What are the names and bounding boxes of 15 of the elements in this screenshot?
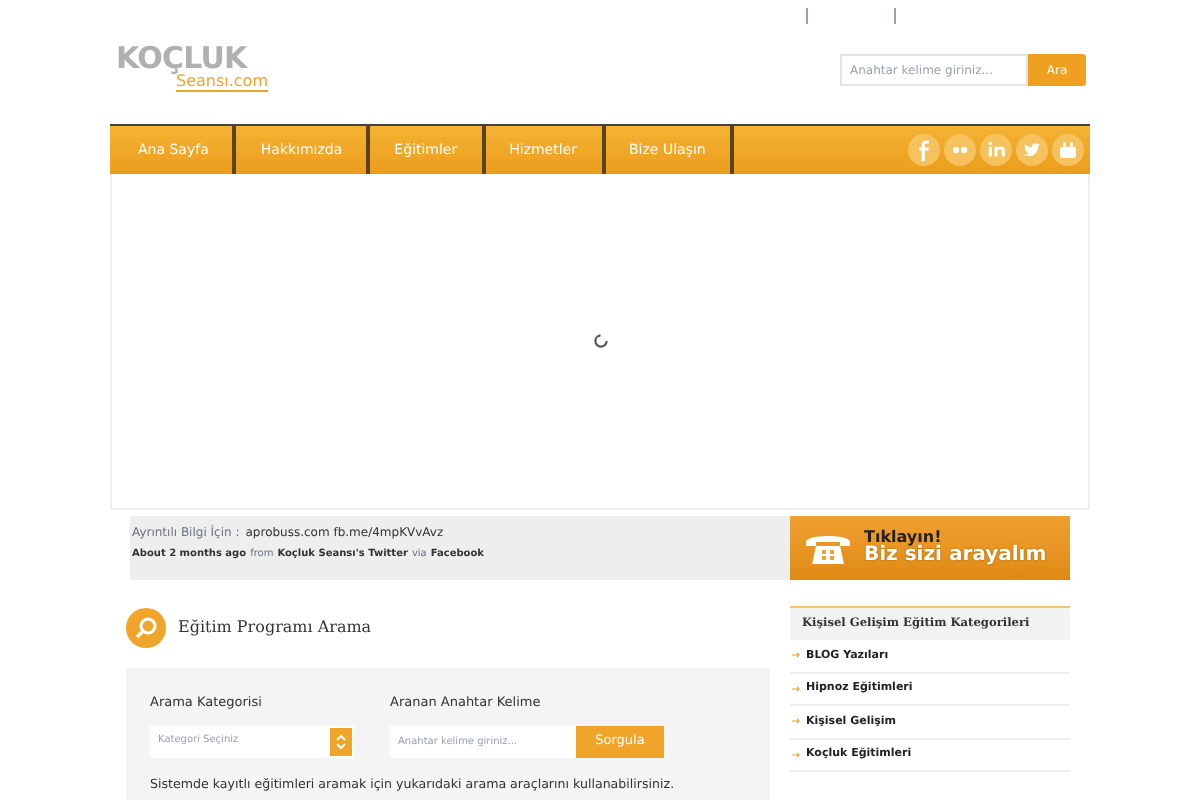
search-icon [126, 608, 166, 648]
facebook-icon[interactable] [908, 134, 940, 166]
call-banner-subtitle: Biz sizi arayalım [864, 546, 1047, 566]
call-banner[interactable]: Tıklayın! Biz sizi arayalım [790, 516, 1070, 580]
select-arrows-icon [330, 727, 352, 756]
arrow-icon [792, 685, 800, 692]
site-logo[interactable]: KOÇLUK Seansı.com [116, 44, 268, 92]
arrow-icon [792, 751, 800, 758]
arrow-icon [792, 652, 800, 659]
linkedin-icon[interactable] [980, 134, 1012, 166]
arrow-icon [792, 718, 800, 725]
loading-spinner-icon [593, 334, 607, 348]
section-title: Eğitim Programı Arama [178, 616, 372, 640]
twitter-icon[interactable] [1016, 134, 1048, 166]
call-banner-title: Tıklayın! [864, 530, 944, 546]
